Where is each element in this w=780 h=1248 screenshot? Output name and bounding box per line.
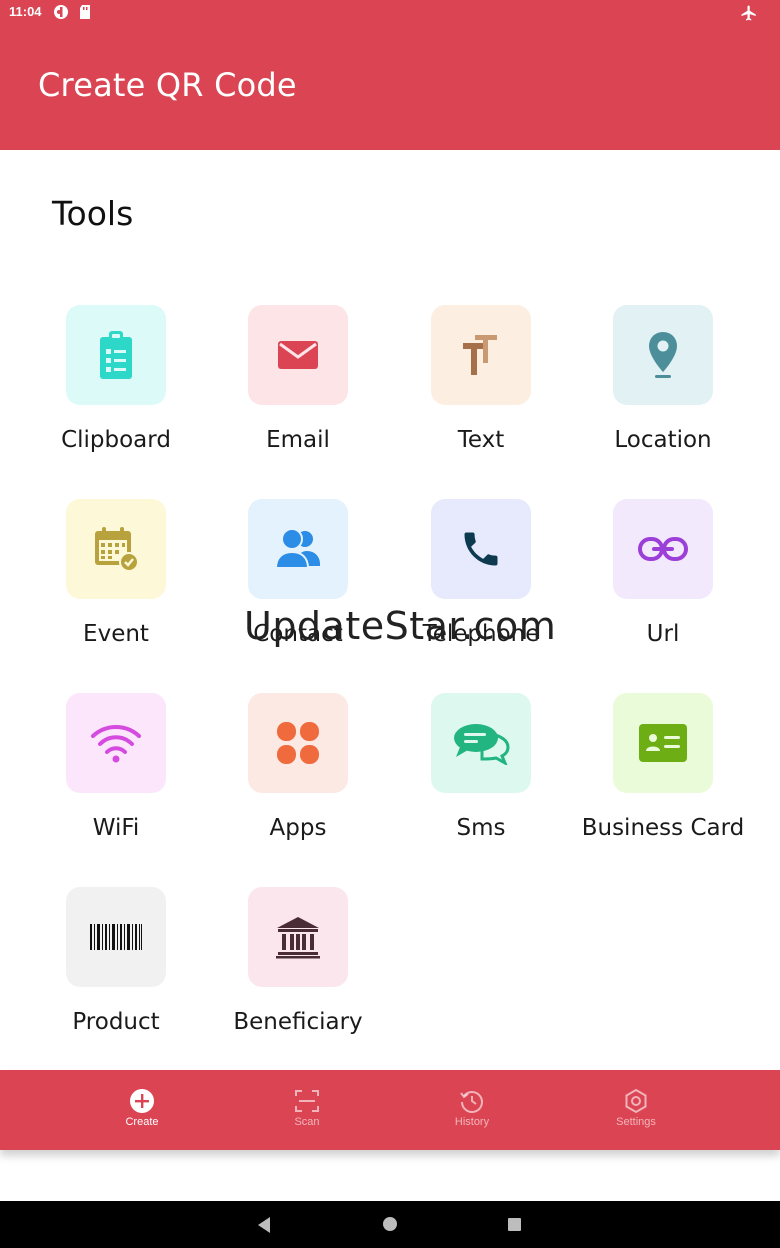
phone-icon (464, 532, 498, 566)
nav-scan[interactable]: Scan (257, 1088, 357, 1138)
tool-telephone[interactable]: Telephone (390, 499, 572, 693)
nav-label: Create (125, 1116, 159, 1128)
telephone-tile (431, 499, 531, 599)
product-tile (66, 887, 166, 987)
tool-label: Event (83, 621, 149, 647)
sms-tile (431, 693, 531, 793)
clipboard-icon (100, 331, 132, 379)
tool-label: Email (266, 427, 330, 453)
wifi-icon (91, 725, 141, 763)
tool-label: Url (646, 621, 680, 647)
system-navigation-bar (0, 1201, 780, 1248)
status-bar: 11:04 (0, 0, 780, 26)
settings-icon (625, 1088, 647, 1114)
text-tile (431, 305, 531, 405)
tool-label: Beneficiary (233, 1009, 363, 1035)
url-tile (613, 499, 713, 599)
vpn-key-icon (54, 5, 68, 19)
section-heading: Tools (52, 194, 134, 233)
tool-label: Product (72, 1009, 160, 1035)
contacts-icon (275, 528, 320, 569)
apps-icon (277, 722, 319, 764)
tool-wifi[interactable]: WiFi (25, 693, 207, 887)
airplane-mode-icon (741, 5, 756, 21)
tool-beneficiary[interactable]: Beneficiary (207, 887, 389, 1081)
sms-icon (454, 724, 510, 765)
tool-event[interactable]: Event (25, 499, 207, 693)
location-pin-icon (649, 332, 677, 378)
history-icon (460, 1091, 483, 1113)
tool-url[interactable]: Url (572, 499, 754, 693)
tool-label: Business Card (581, 815, 745, 841)
business-card-icon (639, 724, 687, 762)
add-circle-icon (130, 1089, 154, 1113)
bank-icon (276, 917, 320, 959)
tool-label: Apps (269, 815, 327, 841)
tool-location[interactable]: Location (572, 305, 754, 499)
home-icon[interactable] (382, 1216, 398, 1232)
status-time: 11:04 (9, 4, 42, 19)
tool-label: Text (457, 427, 505, 453)
sd-card-icon (80, 5, 90, 19)
beneficiary-tile (248, 887, 348, 987)
clipboard-tile (66, 305, 166, 405)
tool-sms[interactable]: Sms (390, 693, 572, 887)
barcode-icon (90, 924, 142, 950)
nav-label: Settings (616, 1116, 656, 1128)
scan-icon (295, 1090, 319, 1112)
recents-icon[interactable] (507, 1217, 522, 1232)
tool-label: Telephone (422, 621, 540, 647)
tool-business-card[interactable]: Business Card (572, 693, 754, 887)
app-bar: 11:04 Create QR Code (0, 0, 780, 150)
contact-tile (248, 499, 348, 599)
nav-label: Scan (294, 1116, 320, 1128)
nav-label: History (454, 1116, 490, 1128)
tool-label: WiFi (92, 815, 140, 841)
apps-tile (248, 693, 348, 793)
page-title: Create QR Code (38, 66, 297, 104)
link-icon (638, 537, 688, 561)
tool-text[interactable]: Text (390, 305, 572, 499)
tool-label: Contact (253, 621, 343, 647)
bottom-navigation: Create Scan History Settings (0, 1070, 780, 1150)
nav-create[interactable]: Create (92, 1088, 192, 1138)
email-tile (248, 305, 348, 405)
nav-history[interactable]: History (422, 1088, 522, 1138)
back-icon[interactable] (256, 1216, 272, 1234)
tool-contact[interactable]: Contact (207, 499, 389, 693)
nav-settings[interactable]: Settings (586, 1088, 686, 1138)
tool-email[interactable]: Email (207, 305, 389, 499)
wifi-tile (66, 693, 166, 793)
text-icon (463, 335, 497, 375)
tool-apps[interactable]: Apps (207, 693, 389, 887)
location-tile (613, 305, 713, 405)
business-card-tile (613, 693, 713, 793)
tool-clipboard[interactable]: Clipboard (25, 305, 207, 499)
tool-label: Location (614, 427, 712, 453)
email-icon (278, 341, 318, 369)
tool-product[interactable]: Product (25, 887, 207, 1081)
event-tile (66, 499, 166, 599)
calendar-icon (95, 527, 139, 572)
tool-label: Clipboard (61, 427, 171, 453)
tool-label: Sms (456, 815, 506, 841)
